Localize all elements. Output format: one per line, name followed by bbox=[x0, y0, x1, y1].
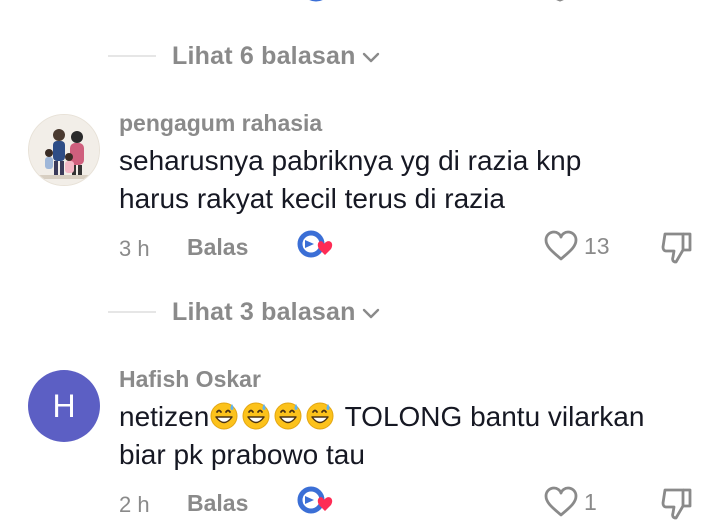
view-replies-link[interactable]: Lihat 6 balasan bbox=[172, 42, 356, 71]
comment-username[interactable]: pengagum rahasia bbox=[119, 110, 322, 137]
heart-outline-icon[interactable] bbox=[543, 486, 579, 518]
thumbs-down-icon[interactable] bbox=[664, 0, 698, 6]
grinning-sweat-emoji bbox=[306, 402, 334, 430]
avatar[interactable] bbox=[28, 114, 100, 186]
like-group[interactable]: 13 bbox=[543, 230, 610, 262]
chevron-down-icon bbox=[362, 52, 379, 62]
emoji-group bbox=[209, 401, 337, 432]
comment-text: seharusnya pabriknya yg di razia knp har… bbox=[119, 145, 582, 214]
grinning-sweat-emoji bbox=[210, 402, 238, 430]
comment-text-prefix: netizen bbox=[119, 401, 210, 432]
chevron-down-icon bbox=[362, 308, 379, 318]
like-count: 1 bbox=[584, 488, 597, 515]
comment-time: 2 h bbox=[119, 492, 150, 517]
thumbs-down-icon[interactable] bbox=[660, 486, 694, 522]
like-group[interactable]: 1 bbox=[543, 486, 597, 518]
divider-line bbox=[108, 55, 156, 57]
reaction-heart-icon[interactable] bbox=[296, 228, 336, 264]
heart-outline-icon[interactable] bbox=[543, 230, 579, 262]
divider-line bbox=[108, 311, 156, 313]
reaction-heart-icon[interactable] bbox=[296, 484, 336, 520]
view-replies-link[interactable]: Lihat 3 balasan bbox=[172, 298, 356, 327]
thumbs-down-icon[interactable] bbox=[660, 230, 694, 266]
reaction-heart-icon[interactable] bbox=[300, 0, 340, 6]
like-count: 13 bbox=[584, 232, 610, 259]
comment-time: 3 h bbox=[119, 236, 150, 261]
view-replies-row[interactable]: Lihat 6 balasan bbox=[108, 36, 380, 76]
reply-button[interactable]: Balas bbox=[187, 490, 248, 517]
comments-screen: Lihat 6 balasan pengagum rahasia seharus… bbox=[0, 0, 720, 530]
view-replies-row[interactable]: Lihat 3 balasan bbox=[108, 292, 380, 332]
comment-text: netizen TOLONG bantu vilarkan biar pk pr… bbox=[119, 398, 709, 474]
reply-button[interactable]: Balas bbox=[187, 234, 248, 261]
grinning-sweat-emoji bbox=[274, 402, 302, 430]
avatar-photo-image bbox=[29, 115, 99, 185]
avatar[interactable]: H bbox=[28, 370, 100, 442]
heart-outline-icon[interactable] bbox=[540, 0, 580, 6]
comment-username[interactable]: Hafish Oskar bbox=[119, 366, 261, 393]
grinning-sweat-emoji bbox=[242, 402, 270, 430]
